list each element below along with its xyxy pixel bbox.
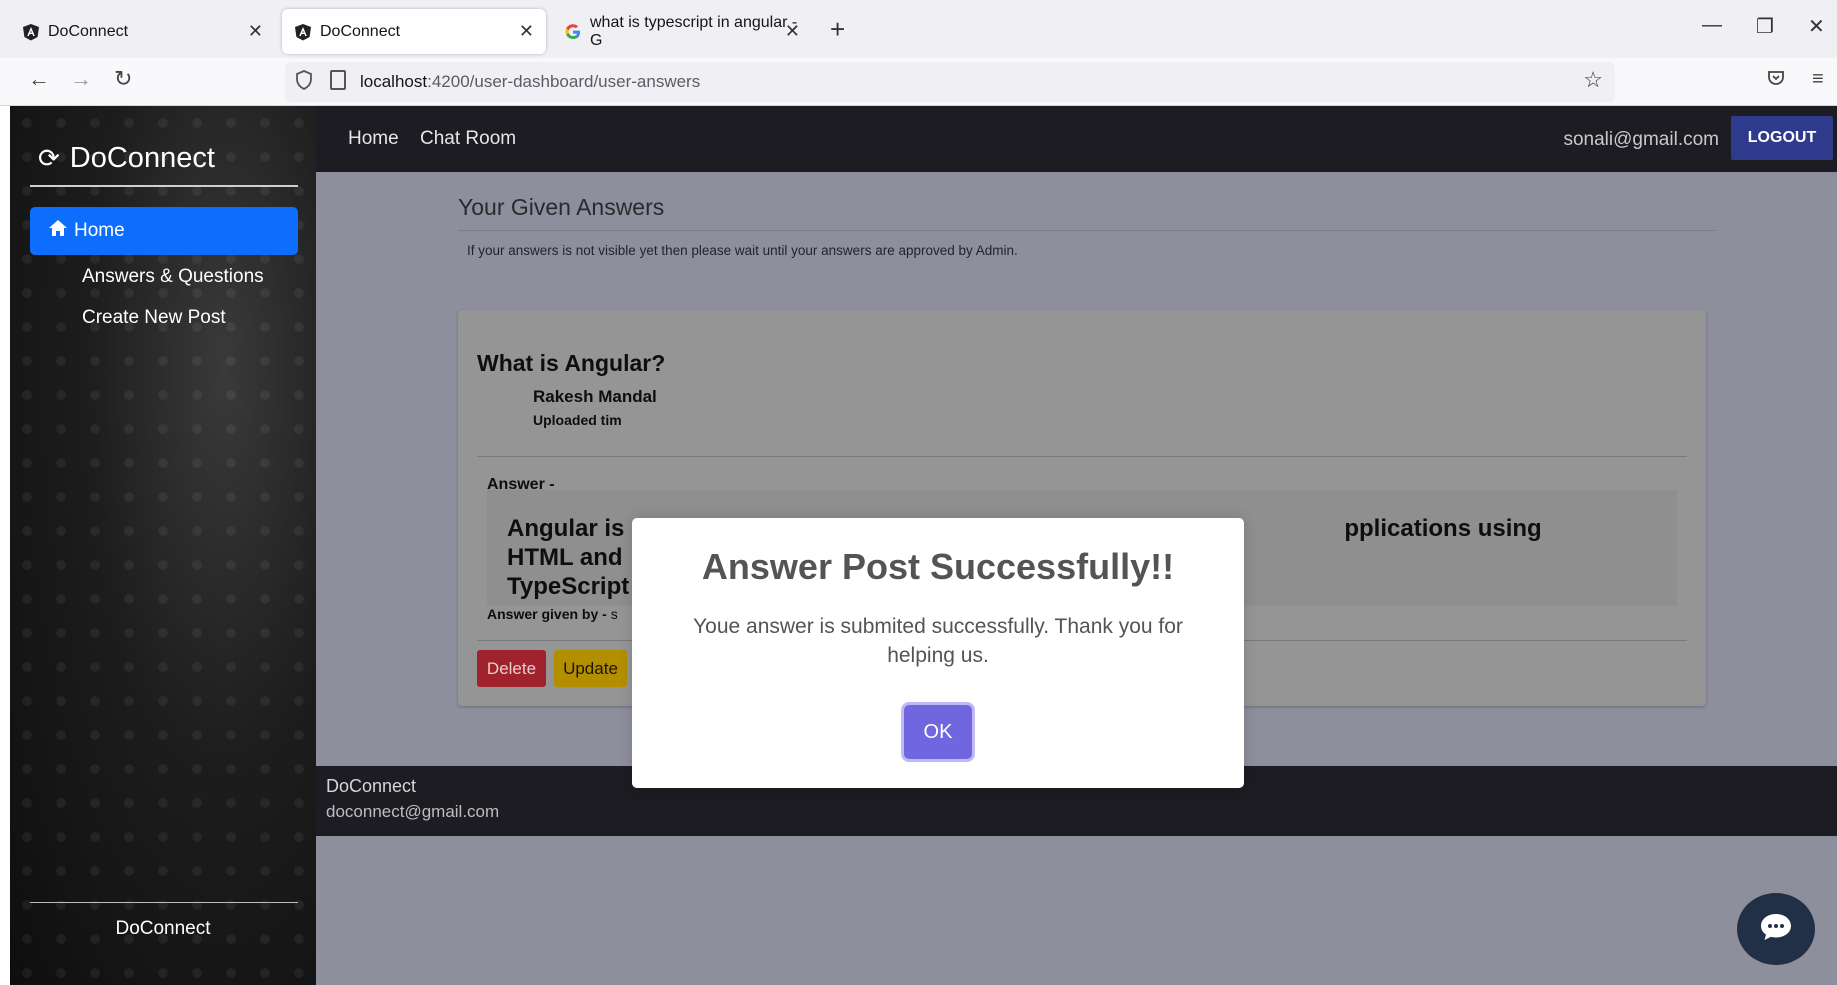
- divider: [30, 185, 298, 187]
- nav-link-chat-room[interactable]: Chat Room: [420, 128, 516, 150]
- back-icon[interactable]: ←: [28, 66, 50, 92]
- angular-icon: [294, 23, 312, 41]
- restore-icon[interactable]: ❐: [1756, 14, 1774, 39]
- divider: [477, 456, 1687, 457]
- uploaded-time: Uploaded tim: [533, 412, 622, 428]
- menu-icon[interactable]: ≡: [1812, 68, 1824, 91]
- url-text[interactable]: localhost:4200/user-dashboard/user-answe…: [360, 72, 700, 92]
- question-title: What is Angular?: [477, 350, 666, 376]
- modal-title: Answer Post Successfully!!: [701, 546, 1175, 587]
- nav-link-home[interactable]: Home: [348, 128, 399, 150]
- browser-tab[interactable]: what is typescript in angular - G ✕: [552, 9, 812, 54]
- info-note: If your answers is not visible yet then …: [467, 243, 1018, 258]
- top-navbar: Home Chat Room sonali@gmail.com LOGOUT: [316, 106, 1837, 172]
- update-button[interactable]: Update: [554, 650, 627, 687]
- modal-message: Youe answer is submited successfully. Th…: [693, 615, 1183, 667]
- footer-name: DoConnect: [326, 776, 417, 796]
- tab-title: what is typescript in angular - G: [590, 13, 798, 49]
- page-title: Your Given Answers: [458, 194, 665, 220]
- sidebar-item-answers-questions[interactable]: Answers & Questions: [82, 266, 264, 288]
- bookmark-star-icon[interactable]: ☆: [1583, 67, 1603, 93]
- tab-title: DoConnect: [320, 22, 401, 40]
- browser-tab-active[interactable]: DoConnect ✕: [282, 9, 546, 54]
- logout-button[interactable]: LOGOUT: [1731, 116, 1833, 160]
- close-icon[interactable]: ✕: [248, 21, 263, 42]
- sync-icon: ⟳: [38, 143, 60, 173]
- browser-nav-bar: ← → ↻ localhost:4200/user-dashboard/user…: [0, 58, 1837, 106]
- angular-icon: [22, 23, 40, 41]
- new-tab-icon[interactable]: +: [830, 14, 845, 45]
- address-bar[interactable]: localhost:4200/user-dashboard/user-answe…: [285, 62, 1615, 102]
- sidebar-item-create-new-post[interactable]: Create New Post: [82, 307, 226, 329]
- sidebar-footer: DoConnect: [115, 918, 211, 939]
- reload-icon[interactable]: ↻: [114, 66, 132, 92]
- chat-bubble-button[interactable]: [1737, 893, 1815, 965]
- answer-given-by: Answer given by - s: [487, 606, 618, 622]
- shield-icon[interactable]: [295, 70, 313, 95]
- ok-button[interactable]: OK: [904, 705, 972, 759]
- footer-email: doconnect@gmail.com: [326, 802, 500, 821]
- sidebar-brand[interactable]: ⟳ DoConnect: [38, 142, 215, 175]
- sidebar-item-home[interactable]: Home: [30, 207, 298, 255]
- sidebar-item-label: Home: [74, 220, 125, 241]
- pocket-icon[interactable]: [1766, 68, 1786, 94]
- tab-title: DoConnect: [48, 22, 129, 40]
- user-email: sonali@gmail.com: [1563, 129, 1719, 150]
- window-close-icon[interactable]: ✕: [1808, 14, 1825, 39]
- success-modal: Answer Post Successfully!! Youe answer i…: [632, 518, 1244, 788]
- browser-tab-bar: DoConnect ✕ DoConnect ✕ what is typescri…: [0, 0, 1837, 58]
- page-icon: [330, 70, 346, 90]
- forward-icon[interactable]: →: [70, 66, 92, 92]
- question-author: Rakesh Mandal: [533, 387, 657, 406]
- chat-icon: [1759, 912, 1793, 947]
- google-icon: [564, 23, 582, 41]
- close-icon[interactable]: ✕: [519, 21, 534, 42]
- delete-button[interactable]: Delete: [477, 650, 546, 687]
- minimize-icon[interactable]: —: [1702, 14, 1722, 37]
- close-icon[interactable]: ✕: [785, 21, 800, 42]
- home-icon: [48, 219, 68, 243]
- app-root: ⟳ DoConnect Home Answers & Questions Cre…: [10, 106, 1837, 985]
- divider: [458, 230, 1716, 231]
- browser-tab[interactable]: DoConnect ✕: [10, 9, 275, 54]
- divider: [30, 902, 298, 903]
- sidebar: ⟳ DoConnect Home Answers & Questions Cre…: [10, 106, 316, 985]
